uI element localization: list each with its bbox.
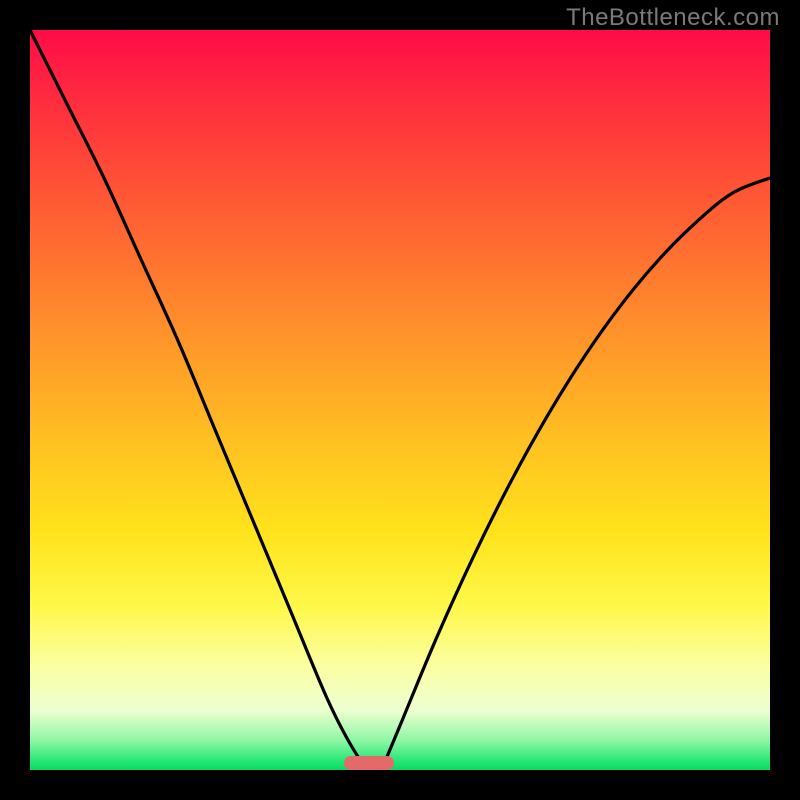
right-curve [382, 178, 771, 770]
curves-layer [30, 30, 770, 770]
watermark-text: TheBottleneck.com [566, 4, 780, 32]
plot-area [30, 30, 770, 770]
chart-frame: TheBottleneck.com [0, 0, 800, 800]
left-curve [30, 30, 367, 770]
minimum-marker-chip [344, 756, 394, 770]
